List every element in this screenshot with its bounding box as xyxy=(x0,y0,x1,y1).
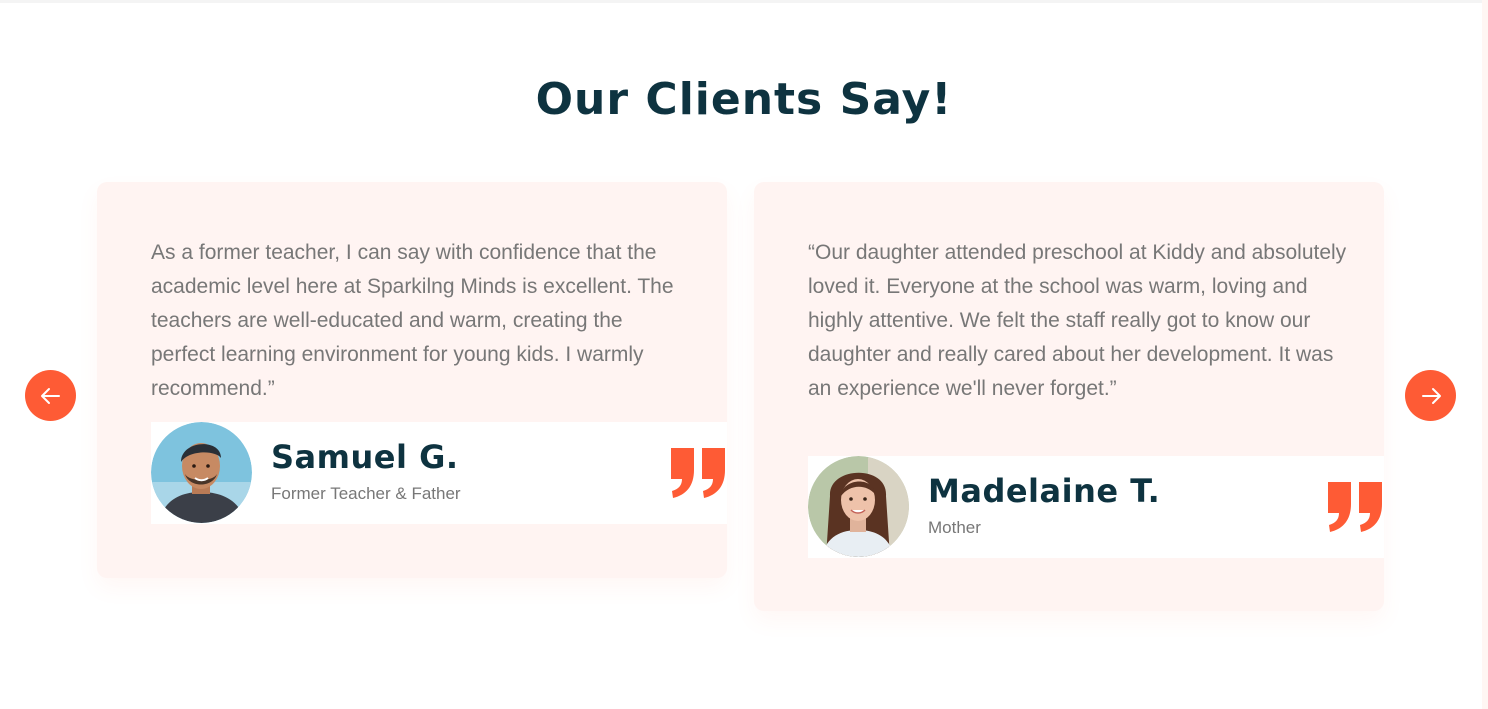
section-title: Our Clients Say! xyxy=(535,74,953,125)
author-info: Madelaine T. Mother xyxy=(808,456,1384,558)
carousel-prev-button[interactable] xyxy=(25,370,76,421)
carousel-next-button[interactable] xyxy=(1405,370,1456,421)
arrow-left-icon xyxy=(40,387,60,404)
quote-icon xyxy=(671,448,725,498)
top-divider xyxy=(0,0,1488,3)
arrow-right-icon xyxy=(1421,387,1441,404)
testimonial-card: “Our daughter attended preschool at Kidd… xyxy=(754,182,1384,611)
author-info: Samuel G. Former Teacher & Father xyxy=(151,422,727,524)
author-name: Madelaine T. xyxy=(928,472,1161,510)
testimonial-quote: As a former teacher, I can say with conf… xyxy=(151,241,674,400)
avatar xyxy=(808,456,909,557)
quote-icon xyxy=(1328,482,1382,532)
author-role: Mother xyxy=(928,518,981,537)
testimonial-quote: “Our daughter attended preschool at Kidd… xyxy=(808,241,1347,400)
author-name: Samuel G. xyxy=(271,438,459,476)
avatar xyxy=(151,422,252,523)
author-role: Former Teacher & Father xyxy=(271,484,461,503)
testimonial-card: As a former teacher, I can say with conf… xyxy=(97,182,727,578)
